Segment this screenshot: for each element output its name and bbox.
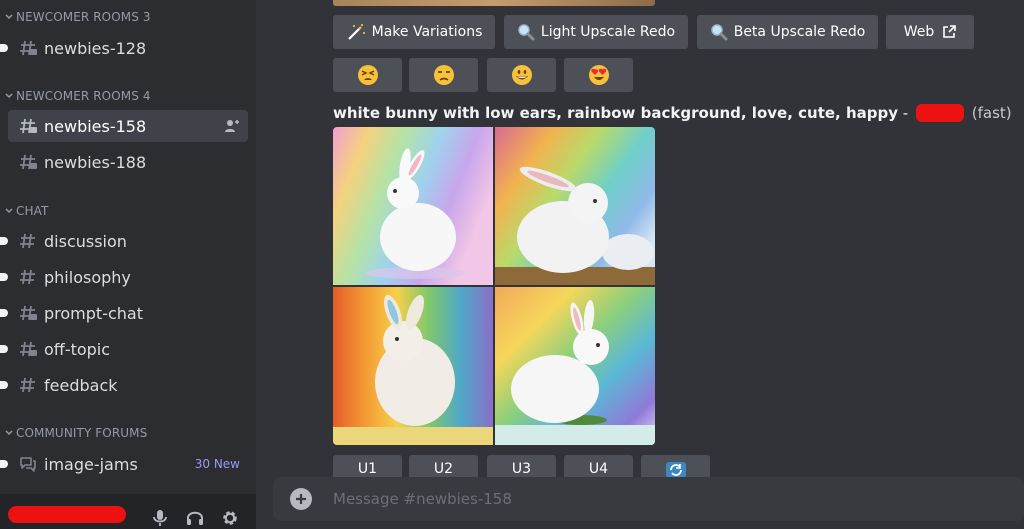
unread-indicator xyxy=(0,345,8,353)
grinning-face-reaction-button[interactable] xyxy=(487,58,556,92)
chevron-down-icon xyxy=(5,14,13,20)
channel-label: discussion xyxy=(44,231,127,251)
text-channel-threads-icon xyxy=(20,341,37,357)
chevron-down-icon xyxy=(5,93,13,99)
channel-label: prompt-chat xyxy=(44,303,143,323)
grinning-face-icon xyxy=(511,65,532,85)
category-community-forums[interactable]: COMMUNITY FORUMS xyxy=(4,426,147,440)
prompt-text: white bunny with low ears, rainbow backg… xyxy=(333,104,899,122)
microphone-icon[interactable] xyxy=(150,508,170,528)
channel-label: image-jams xyxy=(44,454,138,474)
external-link-icon xyxy=(942,25,957,39)
button-label: Light Upscale Redo xyxy=(540,24,676,40)
category-label: NEWCOMER ROOMS 3 xyxy=(16,10,151,24)
tired-face-reaction-button[interactable] xyxy=(333,58,402,92)
upscale-2-button[interactable]: U2 xyxy=(409,455,478,479)
text-channel-threads-icon xyxy=(20,118,37,134)
upscale-4-button[interactable]: U4 xyxy=(564,455,633,479)
magnifying-glass-icon xyxy=(710,23,728,41)
message-composer[interactable]: Message #newbies-158 xyxy=(273,477,1024,521)
prompt-separator: - xyxy=(902,104,909,122)
tired-face-icon xyxy=(357,65,378,85)
sidebar-item-prompt-chat[interactable]: prompt-chat xyxy=(0,297,248,329)
settings-gear-icon[interactable] xyxy=(220,508,240,528)
chevron-down-icon xyxy=(5,430,13,436)
hashtag-icon xyxy=(20,377,35,393)
redacted-user-mention xyxy=(916,104,964,122)
sidebar-item-discussion[interactable]: discussion xyxy=(0,225,248,257)
message-input[interactable]: Message #newbies-158 xyxy=(333,490,512,508)
upscale-1-button[interactable]: U1 xyxy=(333,455,402,479)
chevron-down-icon xyxy=(5,208,13,214)
sidebar-item-image-jams[interactable]: image-jams 30 New xyxy=(0,448,248,480)
beta-upscale-redo-button[interactable]: Beta Upscale Redo xyxy=(697,15,878,49)
channel-sidebar: NEWCOMER ROOMS 3 newbies-128 NEWCOMER RO… xyxy=(0,0,256,529)
sidebar-item-newbies-128[interactable]: newbies-128 xyxy=(0,32,248,64)
channel-label: newbies-158 xyxy=(44,116,147,136)
hashtag-icon xyxy=(20,269,35,285)
text-channel-threads-icon xyxy=(20,305,37,321)
button-label: Make Variations xyxy=(371,24,483,40)
unread-indicator xyxy=(0,237,8,245)
unread-indicator xyxy=(0,381,8,389)
text-channel-threads-icon xyxy=(20,40,37,56)
channel-label: newbies-188 xyxy=(44,152,147,172)
button-label: Beta Upscale Redo xyxy=(733,24,866,40)
unread-indicator xyxy=(0,273,8,281)
upload-plus-icon[interactable] xyxy=(290,488,312,510)
user-panel xyxy=(0,494,256,529)
sidebar-item-newbies-188[interactable]: newbies-188 xyxy=(8,146,248,178)
channel-label: off-topic xyxy=(44,339,111,359)
text-channel-threads-icon xyxy=(20,154,37,170)
make-variations-button[interactable]: Make Variations xyxy=(333,15,495,49)
reroll-button[interactable] xyxy=(641,455,710,479)
heart-eyes-reaction-button[interactable] xyxy=(564,58,633,92)
create-invite-icon[interactable] xyxy=(224,118,240,134)
magnifying-glass-icon xyxy=(517,23,535,41)
sidebar-item-feedback[interactable]: feedback xyxy=(0,369,248,401)
chat-area: Make Variations Light Upscale Redo Beta … xyxy=(256,0,1024,529)
button-label: U4 xyxy=(588,461,609,477)
button-label: U1 xyxy=(357,461,378,477)
unamused-face-reaction-button[interactable] xyxy=(409,58,478,92)
channel-label: feedback xyxy=(44,375,118,395)
category-label: COMMUNITY FORUMS xyxy=(16,426,148,440)
button-label: U3 xyxy=(511,461,532,477)
hashtag-icon xyxy=(20,233,35,249)
forum-icon xyxy=(20,457,36,472)
headphones-icon[interactable] xyxy=(185,508,205,528)
light-upscale-redo-button[interactable]: Light Upscale Redo xyxy=(504,15,688,49)
message-content: white bunny with low ears, rainbow backg… xyxy=(333,104,1012,122)
new-posts-badge: 30 New xyxy=(194,457,240,471)
channel-label: philosophy xyxy=(44,267,131,287)
redacted-username xyxy=(8,506,126,523)
category-newcomer-rooms-4[interactable]: NEWCOMER ROOMS 4 xyxy=(4,89,151,103)
previous-image-edge xyxy=(333,0,655,6)
unread-indicator xyxy=(0,460,8,468)
sidebar-item-philosophy[interactable]: philosophy xyxy=(0,261,248,293)
category-chat[interactable]: CHAT xyxy=(4,204,48,218)
unread-indicator xyxy=(0,44,8,52)
heart-eyes-face-icon xyxy=(588,65,609,85)
category-label: CHAT xyxy=(16,204,49,218)
sidebar-item-newbies-158[interactable]: newbies-158 xyxy=(8,110,248,142)
generated-image-grid[interactable] xyxy=(333,127,655,445)
unread-indicator xyxy=(0,309,8,317)
upscale-3-button[interactable]: U3 xyxy=(487,455,556,479)
sidebar-item-off-topic[interactable]: off-topic xyxy=(0,333,248,365)
button-label: U2 xyxy=(433,461,454,477)
speed-label: (fast) xyxy=(971,104,1012,122)
channel-label: newbies-128 xyxy=(44,38,147,58)
web-link-button[interactable]: Web xyxy=(886,15,974,49)
magic-wand-icon xyxy=(346,23,366,41)
button-label: Web xyxy=(903,24,935,40)
category-newcomer-rooms-3[interactable]: NEWCOMER ROOMS 3 xyxy=(4,10,151,24)
category-label: NEWCOMER ROOMS 4 xyxy=(16,89,151,103)
unamused-face-icon xyxy=(433,65,454,85)
